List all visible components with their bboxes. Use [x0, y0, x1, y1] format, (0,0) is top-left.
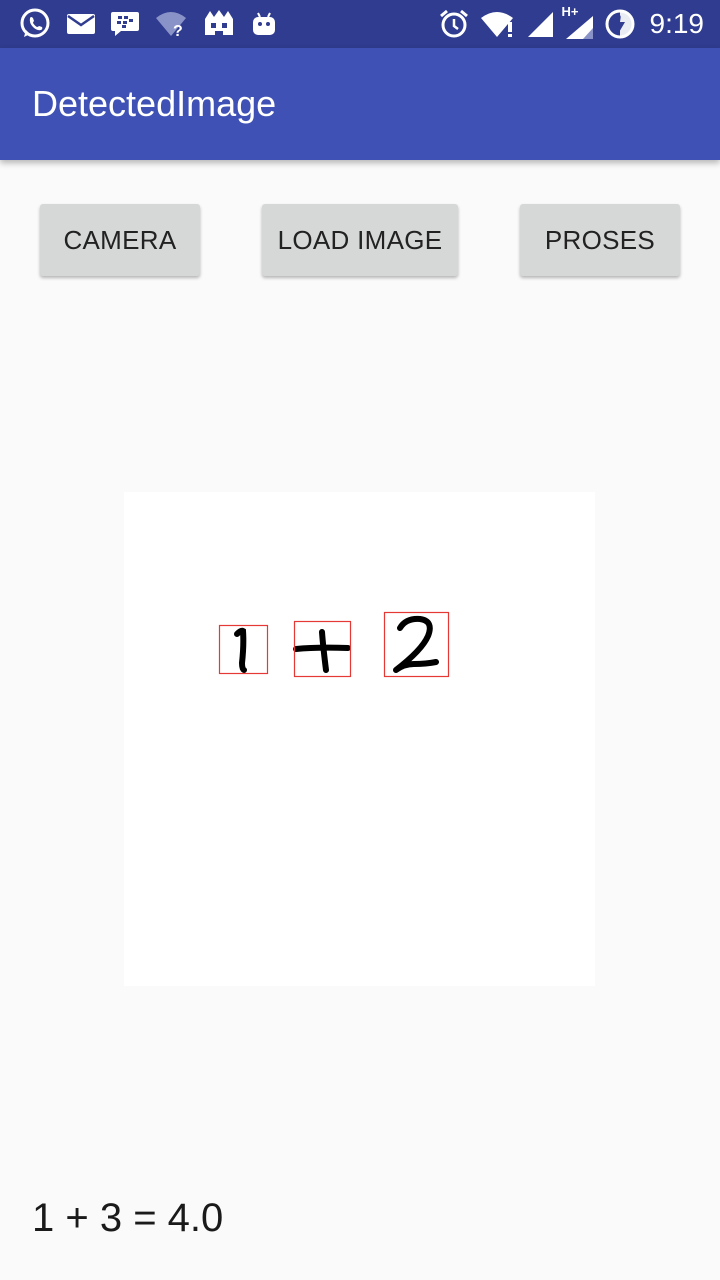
bbm-icon: [110, 10, 140, 38]
detected-image: [124, 492, 595, 986]
system-icons: H+ 9:19: [438, 4, 720, 40]
signal-icon: [526, 10, 554, 38]
clash-icon: [202, 9, 236, 39]
signal-hplus-icon: H+: [562, 4, 594, 40]
status-bar: ? H+ 9:19: [0, 0, 720, 48]
whatsapp-icon: [18, 7, 52, 41]
handwritten-digit-1: [234, 627, 247, 673]
app-bar: DetectedImage: [0, 48, 720, 160]
svg-text:?: ?: [173, 23, 183, 38]
alarm-icon: [438, 8, 470, 40]
android-icon: [250, 9, 278, 39]
load-image-button[interactable]: LOAD IMAGE: [262, 204, 458, 276]
wifi-question-icon: ?: [154, 10, 188, 38]
camera-button[interactable]: CAMERA: [40, 204, 200, 276]
proses-button[interactable]: PROSES: [520, 204, 680, 276]
mail-icon: [66, 12, 96, 36]
result-text: 1 + 3 = 4.0: [32, 1196, 224, 1240]
wifi-alert-icon: [480, 10, 516, 38]
clock: 9:19: [649, 8, 705, 39]
notification-icons: ?: [0, 7, 278, 41]
handwritten-plus: [293, 629, 351, 673]
battery-charging-icon: [604, 8, 636, 40]
handwritten-digit-2: [393, 615, 439, 673]
network-type-label: H+: [561, 4, 579, 19]
detected-image-canvas: [218, 611, 450, 678]
app-title: DetectedImage: [32, 83, 277, 124]
